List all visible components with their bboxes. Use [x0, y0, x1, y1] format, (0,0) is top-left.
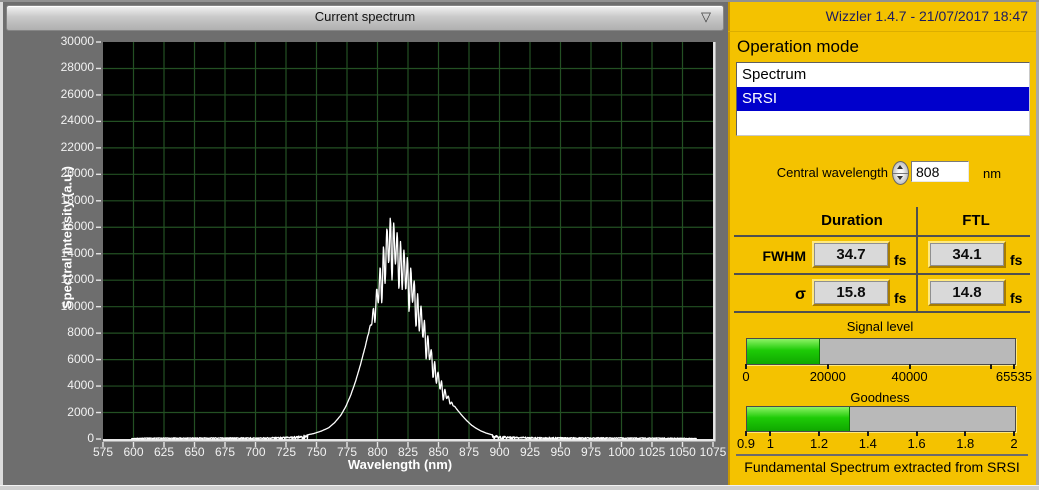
y-tick-label: 2000 [39, 405, 94, 419]
sigma-duration-value: 15.8 [812, 279, 890, 306]
duration-column-header: Duration [788, 212, 916, 229]
fwhm-row-label: FWHM [732, 248, 806, 264]
sigma-ftl-value: 14.8 [928, 279, 1006, 306]
plot-selector-dropdown[interactable]: Current spectrum ▽ [6, 5, 724, 31]
signal-level-label: Signal level [746, 319, 1014, 334]
y-tick-label: 22000 [39, 140, 94, 154]
scale-number: 65535 [984, 369, 1039, 384]
mode-item-srsi[interactable]: SRSI [737, 87, 1029, 111]
fwhm-ftl-value: 34.1 [928, 241, 1006, 268]
goodness-label: Goodness [746, 390, 1014, 405]
y-tick-label: 6000 [39, 352, 94, 366]
dropdown-arrow-icon[interactable]: ▽ [701, 9, 711, 25]
scale-number: 20000 [798, 369, 858, 384]
plot-selector-label: Current spectrum [7, 9, 723, 24]
sigma-duration-unit: fs [894, 290, 906, 306]
y-tick-label: 16000 [39, 219, 94, 233]
sigma-row-label: σ [732, 286, 806, 304]
signal-level-bar [746, 338, 1016, 365]
footer-separator [736, 454, 1028, 456]
footer-status-text: Fundamental Spectrum extracted from SRSI [728, 459, 1036, 475]
wizzler-window: Current spectrum ▽ Spectral Intensity (a… [0, 0, 1039, 490]
y-tick-label: 26000 [39, 87, 94, 101]
operation-mode-heading: Operation mode [737, 37, 859, 57]
scale-number: 40000 [880, 369, 940, 384]
table-divider-2 [734, 273, 1030, 275]
y-tick-label: 10000 [39, 299, 94, 313]
y-tick-label: 12000 [39, 272, 94, 286]
wavelength-unit-label: nm [983, 166, 1001, 181]
signal-level-fill [747, 339, 820, 364]
y-tick-label: 8000 [39, 325, 94, 339]
y-tick-label: 18000 [39, 193, 94, 207]
wavelength-input[interactable] [911, 161, 969, 182]
y-tick-label: 0 [39, 431, 94, 445]
y-tick-label: 24000 [39, 113, 94, 127]
fwhm-duration-value: 34.7 [812, 241, 890, 268]
scale-number: 2 [984, 436, 1039, 451]
wavelength-spinner[interactable] [892, 161, 909, 185]
y-tick-label: 20000 [39, 166, 94, 180]
y-tick-label: 28000 [39, 60, 94, 74]
panel-left-border [728, 2, 730, 485]
x-axis-title: Wavelength (nm) [250, 457, 550, 472]
ftl-column-header: FTL [931, 212, 1021, 229]
goodness-bar [746, 406, 1016, 432]
spectrum-pane: Current spectrum ▽ Spectral Intensity (a… [3, 2, 728, 485]
window-border-bottom [0, 485, 1039, 490]
table-divider-3 [734, 311, 1030, 313]
y-axis-title: Spectral Intensity (a.u.) [60, 128, 75, 348]
operation-mode-list: Spectrum SRSI [736, 62, 1030, 136]
central-wavelength-label: Central wavelength [756, 165, 888, 180]
spectrum-plot [95, 37, 723, 449]
fwhm-duration-unit: fs [894, 252, 906, 268]
sigma-ftl-unit: fs [1010, 290, 1022, 306]
scale-number: 0 [716, 369, 776, 384]
table-divider-1 [734, 235, 1030, 237]
control-panel: Wizzler 1.4.7 - 21/07/2017 18:47 Operati… [728, 2, 1036, 485]
y-tick-label: 14000 [39, 246, 94, 260]
y-tick-label: 30000 [39, 34, 94, 48]
y-tick-label: 4000 [39, 378, 94, 392]
table-divider-vertical [916, 207, 918, 313]
goodness-fill [747, 407, 850, 431]
app-title: Wizzler 1.4.7 - 21/07/2017 18:47 [728, 2, 1036, 32]
fwhm-ftl-unit: fs [1010, 252, 1022, 268]
spinner-down-icon[interactable] [893, 173, 908, 184]
mode-item-spectrum[interactable]: Spectrum [737, 63, 1029, 87]
